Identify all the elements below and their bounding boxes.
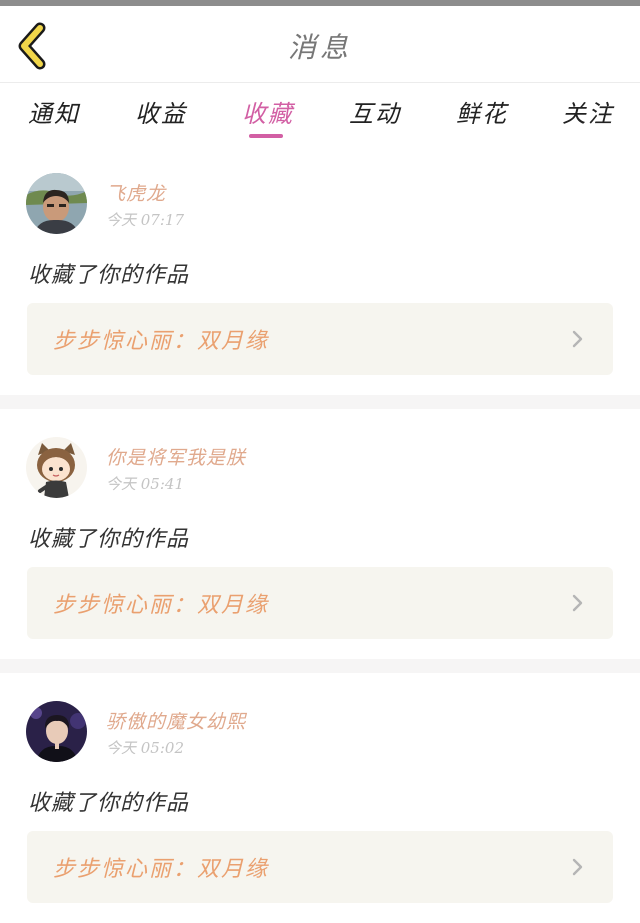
boy-photo-avatar-icon [26,701,87,762]
tab-bar: 通知 收益 收藏 互动 鲜花 关注 [0,84,640,144]
list-item: 你是将军我是朕 今天 05:41 收藏了你的作品 步步惊心丽：双月缘 [0,409,640,659]
list-item: 骄傲的魔女幼熙 今天 05:02 收藏了你的作品 步步惊心丽：双月缘 [0,673,640,923]
avatar[interactable] [26,437,87,498]
avatar[interactable] [26,173,87,234]
work-title: 步步惊心丽：双月缘 [53,593,270,618]
divider [0,659,640,673]
work-title: 步步惊心丽：双月缘 [53,857,270,882]
username[interactable]: 你是将军我是朕 [106,443,246,470]
tab-flowers[interactable]: 鲜花 [456,94,508,129]
message-time: 今天 05:41 [106,475,184,493]
tab-interactions[interactable]: 互动 [349,94,401,129]
tab-favorites[interactable]: 收藏 [242,94,294,129]
message-text: 收藏了你的作品 [28,791,190,816]
work-card[interactable]: 步步惊心丽：双月缘 [27,567,613,639]
man-photo-avatar-icon [26,173,87,234]
list-item: 飞虎龙 今天 07:17 收藏了你的作品 步步惊心丽：双月缘 [0,145,640,395]
work-card[interactable]: 步步惊心丽：双月缘 [27,303,613,375]
chevron-right-icon [572,330,583,348]
message-time: 今天 07:17 [106,211,184,229]
header: 消息 [0,6,640,83]
chevron-right-icon [572,858,583,876]
work-title: 步步惊心丽：双月缘 [53,329,270,354]
active-tab-indicator [249,134,283,138]
username[interactable]: 飞虎龙 [106,179,166,206]
message-text: 收藏了你的作品 [28,263,190,288]
work-card[interactable]: 步步惊心丽：双月缘 [27,831,613,903]
tab-earnings[interactable]: 收益 [135,94,187,129]
divider [0,395,640,409]
page-title: 消息 [287,31,352,64]
avatar[interactable] [26,701,87,762]
tab-follows[interactable]: 关注 [562,94,614,129]
message-time: 今天 05:02 [106,739,184,757]
username[interactable]: 骄傲的魔女幼熙 [106,707,246,734]
tab-notifications[interactable]: 通知 [28,94,80,129]
cartoon-girl-avatar-icon [26,437,87,498]
chevron-right-icon [572,594,583,612]
message-text: 收藏了你的作品 [28,527,190,552]
